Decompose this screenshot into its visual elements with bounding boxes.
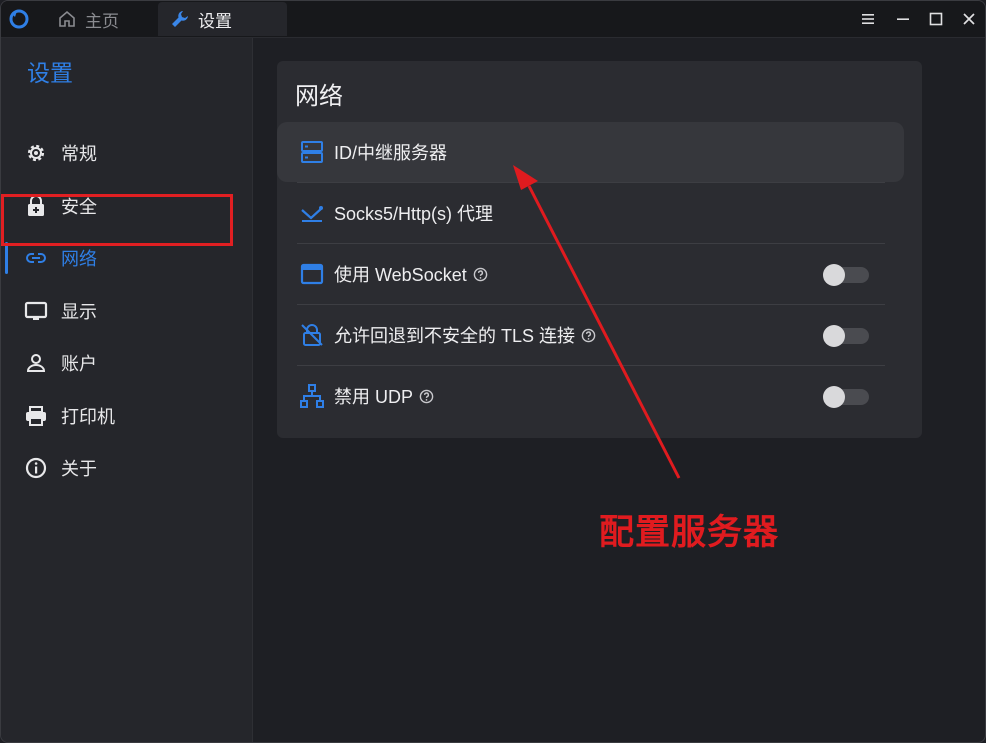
tab-home[interactable]: 主页: [49, 2, 163, 36]
sidebar-item-label: 打印机: [61, 407, 115, 427]
gear-icon: [27, 144, 45, 162]
network-tree-icon: [300, 384, 324, 408]
row-label: 禁用 UDP: [334, 383, 434, 409]
title-bar: 主页 设置: [1, 1, 985, 38]
websocket-toggle[interactable]: [823, 264, 869, 286]
user-icon: [26, 354, 46, 372]
monitor-icon: [24, 301, 48, 320]
network-settings-card: 网络 ID/中继服务器 Socks5/Http(s) 代理 使用 WebSock…: [277, 61, 922, 438]
printer-icon: [26, 406, 46, 426]
home-icon: [59, 10, 75, 27]
toggle-knob: [823, 325, 845, 347]
page-title: 网络: [295, 83, 343, 110]
window-icon: [300, 263, 324, 285]
sidebar-item-label: 常规: [61, 144, 97, 164]
help-icon[interactable]: [473, 267, 488, 282]
sidebar-item-printer[interactable]: 打印机: [1, 394, 252, 438]
row-label: 允许回退到不安全的 TLS 连接: [334, 322, 596, 348]
row-insecure-tls-fallback[interactable]: 允许回退到不安全的 TLS 连接: [277, 305, 904, 365]
row-label-text: 使用 WebSocket: [334, 265, 467, 285]
row-disable-udp[interactable]: 禁用 UDP: [277, 366, 904, 426]
sidebar-title: 设置: [27, 60, 73, 86]
minimize-icon[interactable]: [893, 9, 913, 29]
row-label: 使用 WebSocket: [334, 261, 488, 287]
wrench-icon: [172, 11, 188, 27]
sidebar-item-label: 关于: [61, 459, 97, 479]
tab-settings-label: 设置: [198, 11, 232, 31]
row-socks5-proxy[interactable]: Socks5/Http(s) 代理: [277, 183, 904, 243]
info-icon: [25, 457, 47, 479]
sidebar-item-label: 网络: [61, 249, 97, 269]
unlock-icon: [301, 324, 323, 346]
network-highlight-box: [1, 194, 233, 246]
help-icon[interactable]: [581, 328, 596, 343]
row-label-text: 允许回退到不安全的 TLS 连接: [334, 326, 576, 346]
toggle-knob: [823, 386, 845, 408]
annotation-label: 配置服务器: [599, 513, 780, 552]
tls-fallback-toggle[interactable]: [823, 325, 869, 347]
row-label: Socks5/Http(s) 代理: [334, 204, 494, 224]
sidebar-item-label: 账户: [61, 354, 97, 374]
maximize-icon[interactable]: [926, 9, 946, 29]
menu-icon[interactable]: [858, 9, 878, 29]
server-icon: [301, 141, 323, 163]
row-label: ID/中继服务器: [334, 143, 448, 163]
link-icon: [26, 253, 46, 263]
tab-settings[interactable]: 设置: [158, 2, 287, 36]
udp-toggle[interactable]: [823, 386, 869, 408]
sidebar-item-display[interactable]: 显示: [1, 289, 252, 333]
toggle-knob: [823, 264, 845, 286]
proxy-icon: [301, 206, 323, 222]
help-icon[interactable]: [419, 389, 434, 404]
app-window: 主页 设置 设置 常规 安全 网络 显示 账户 打印机 关于 网络 ID/中继服…: [0, 0, 986, 743]
sidebar-item-label: 显示: [61, 302, 97, 322]
row-websocket[interactable]: 使用 WebSocket: [277, 244, 904, 304]
sidebar-item-account[interactable]: 账户: [1, 341, 252, 385]
sidebar-item-about[interactable]: 关于: [1, 446, 252, 490]
app-logo-icon: [9, 9, 29, 29]
row-label-text: 禁用 UDP: [334, 387, 414, 407]
close-icon[interactable]: [959, 9, 979, 29]
row-id-relay-server[interactable]: ID/中继服务器: [277, 122, 904, 182]
sidebar: 设置 常规 安全 网络 显示 账户 打印机 关于: [1, 38, 253, 742]
tab-home-label: 主页: [85, 11, 119, 31]
sidebar-item-general[interactable]: 常规: [1, 131, 252, 175]
